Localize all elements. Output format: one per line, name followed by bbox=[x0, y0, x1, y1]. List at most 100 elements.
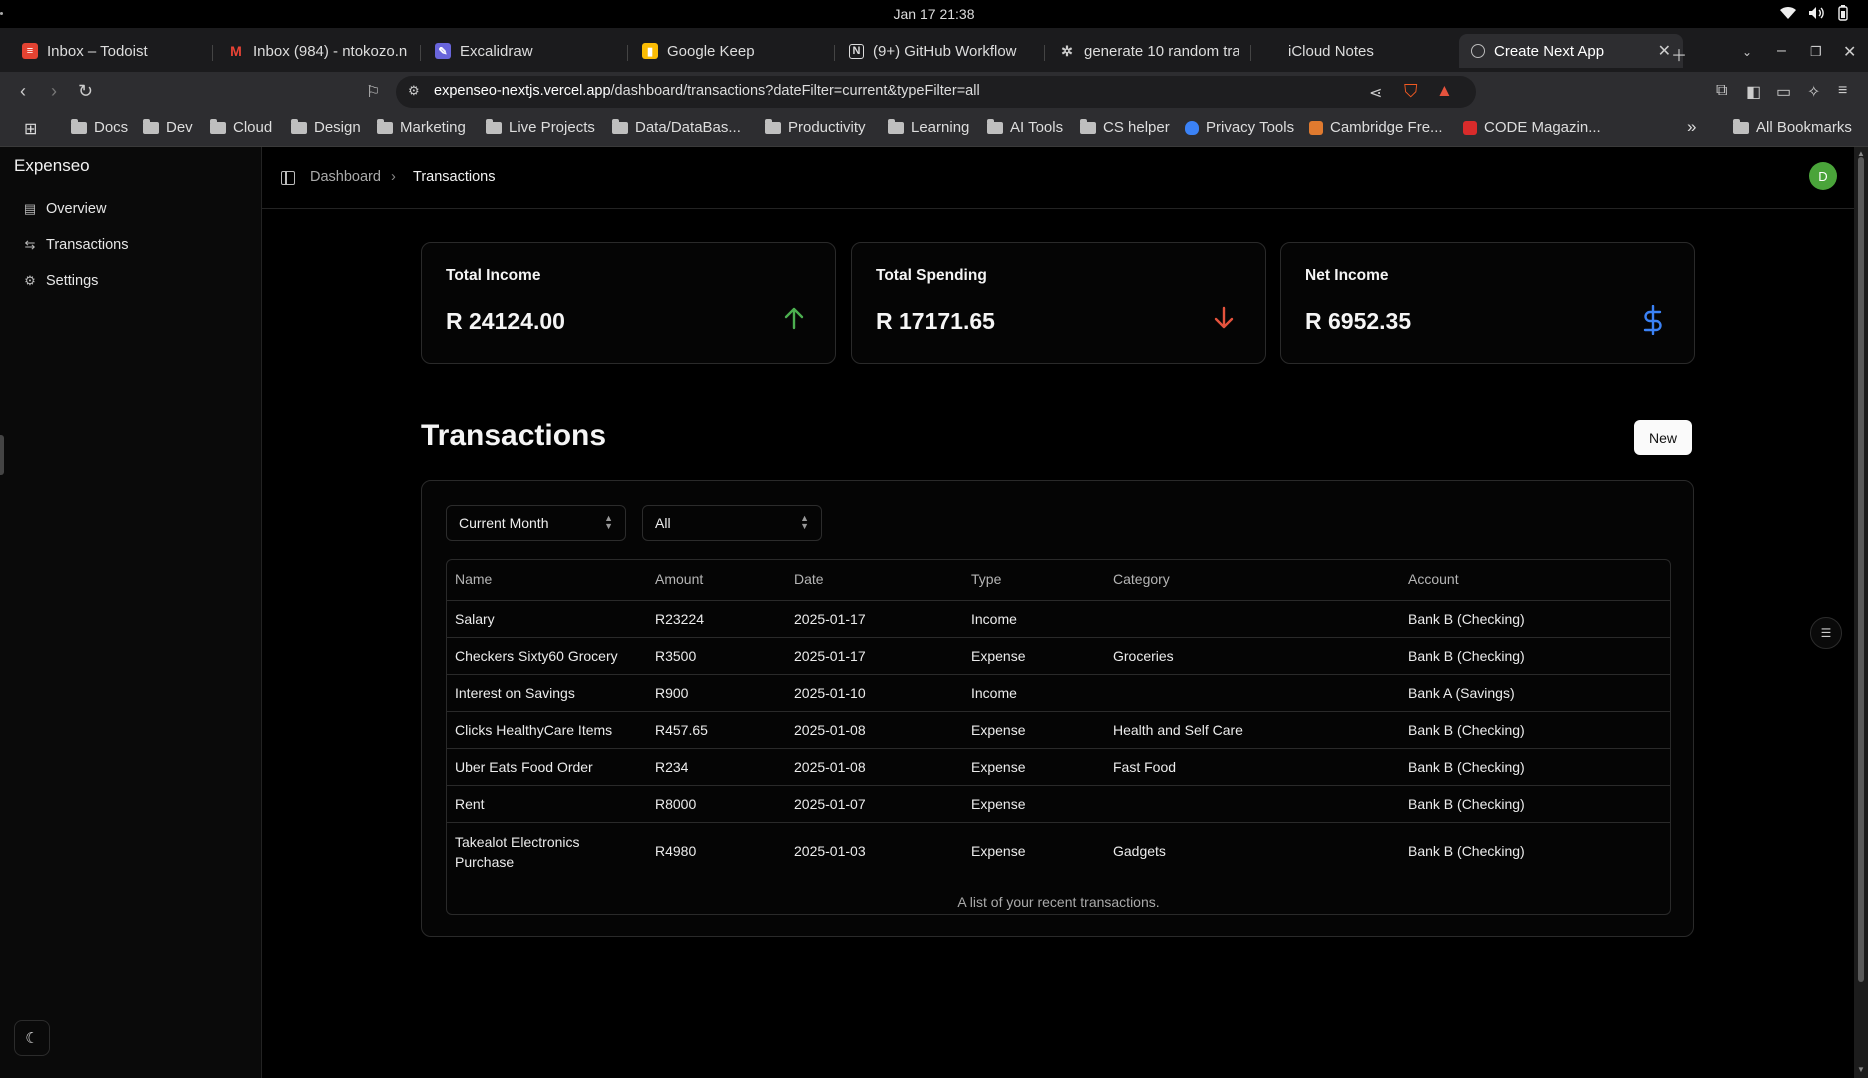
os-status-icons[interactable] bbox=[1780, 5, 1850, 21]
all-bookmarks-folder[interactable]: All Bookmarks bbox=[1733, 118, 1852, 136]
bookmark-folder[interactable]: Live Projects bbox=[486, 118, 595, 136]
cell-account: Bank B (Checking) bbox=[1408, 843, 1525, 859]
close-window-icon[interactable]: ✕ bbox=[1843, 42, 1856, 62]
bookmark-label: Docs bbox=[94, 119, 129, 136]
dollar-icon bbox=[1643, 305, 1662, 335]
net-income-card: Net Income R 6952.35 bbox=[1280, 242, 1695, 364]
column-header-date[interactable]: Date bbox=[794, 571, 824, 587]
cell-date: 2025-01-17 bbox=[794, 611, 866, 627]
sliders-icon: ☰ bbox=[1820, 626, 1832, 640]
floating-settings-button[interactable]: ☰ bbox=[1810, 617, 1842, 649]
table-row[interactable]: Checkers Sixty60 Grocery R3500 2025-01-1… bbox=[447, 637, 1670, 674]
os-clock[interactable]: Jan 17 21:38 bbox=[0, 6, 1868, 22]
cell-amount: R457.65 bbox=[655, 722, 708, 738]
page-scrollbar[interactable]: ▲ ▼ bbox=[1854, 147, 1868, 1078]
cell-name: Clicks HealthyCare Items bbox=[455, 722, 613, 738]
bookmark-code-magazine[interactable]: CODE Magazin... bbox=[1463, 119, 1601, 136]
cell-date: 2025-01-03 bbox=[794, 843, 866, 859]
tab-create-next-app[interactable]: Create Next App ✕ bbox=[1459, 34, 1683, 68]
sidebar-item-settings[interactable]: ⚙ Settings bbox=[22, 273, 98, 289]
cell-name: Takealot Electronics Purchase bbox=[455, 834, 580, 870]
bookmark-folder[interactable]: Cloud bbox=[210, 118, 272, 136]
forward-icon[interactable]: › bbox=[51, 81, 57, 102]
bookmark-folder[interactable]: Docs bbox=[71, 118, 129, 136]
cell-type: Expense bbox=[971, 648, 1026, 664]
bookmark-folder[interactable]: CS helper bbox=[1080, 118, 1170, 136]
bookmark-icon[interactable]: ⚐ bbox=[366, 82, 380, 102]
minimize-icon[interactable]: – bbox=[1777, 42, 1786, 60]
table-row[interactable]: Salary R23224 2025-01-17 Income Bank B (… bbox=[447, 600, 1670, 637]
leo-ai-icon[interactable]: ✧ bbox=[1807, 82, 1820, 102]
sidebar-panel-icon[interactable] bbox=[281, 171, 295, 185]
new-tab-icon[interactable]: ＋ bbox=[1671, 42, 1687, 66]
brave-shield-icon[interactable]: ⛉ bbox=[1404, 81, 1418, 102]
tab-gmail[interactable]: M Inbox (984) - ntokozo.n bbox=[228, 34, 410, 68]
bookmark-folder[interactable]: Design bbox=[291, 118, 361, 136]
breadcrumb-dashboard[interactable]: Dashboard bbox=[310, 169, 381, 185]
tab-google-keep[interactable]: ▮ Google Keep bbox=[642, 34, 822, 68]
cell-category: Fast Food bbox=[1113, 759, 1177, 775]
apps-grid-icon[interactable]: ⊞ bbox=[24, 119, 37, 139]
column-header-amount[interactable]: Amount bbox=[655, 571, 703, 587]
tab-todoist[interactable]: ≡ Inbox – Todoist bbox=[22, 34, 200, 68]
wallet-icon[interactable]: ▭ bbox=[1776, 82, 1791, 102]
bookmark-folder[interactable]: Data/DataBas... bbox=[612, 118, 741, 136]
tab-chatgpt[interactable]: ✲ generate 10 random tra bbox=[1059, 34, 1239, 68]
card-value: R 6952.35 bbox=[1305, 308, 1412, 334]
sidebar-toggle-icon[interactable]: ◧ bbox=[1746, 82, 1761, 102]
close-tab-icon[interactable]: ✕ bbox=[1658, 41, 1671, 61]
tab-search-chevron-icon[interactable]: ⌄ bbox=[1742, 45, 1752, 59]
sidebar-item-overview[interactable]: ▤ Overview bbox=[22, 201, 107, 217]
scroll-down-icon[interactable]: ▼ bbox=[1857, 1065, 1865, 1074]
scroll-thumb[interactable] bbox=[1858, 157, 1864, 982]
settings-icon: ⚙ bbox=[24, 273, 36, 288]
back-icon[interactable]: ‹ bbox=[20, 81, 26, 102]
folder-icon bbox=[210, 118, 226, 134]
bookmark-label: Data/DataBas... bbox=[635, 119, 741, 136]
table-row[interactable]: Rent R8000 2025-01-07 Expense Bank B (Ch… bbox=[447, 785, 1670, 822]
tab-excalidraw[interactable]: ✎ Excalidraw bbox=[435, 34, 615, 68]
sidebar-item-transactions[interactable]: ⇆ Transactions bbox=[22, 237, 129, 253]
cell-account: Bank B (Checking) bbox=[1408, 722, 1525, 738]
extensions-icon[interactable]: ⧉ bbox=[1716, 82, 1727, 100]
theme-toggle-button[interactable]: ☾ bbox=[14, 1020, 50, 1056]
table-row[interactable]: Interest on Savings R900 2025-01-10 Inco… bbox=[447, 674, 1670, 711]
cell-date: 2025-01-10 bbox=[794, 685, 866, 701]
cell-type: Expense bbox=[971, 843, 1026, 859]
column-header-category[interactable]: Category bbox=[1113, 571, 1170, 587]
share-icon[interactable]: ⋖ bbox=[1369, 83, 1382, 103]
new-transaction-button[interactable]: New bbox=[1634, 420, 1692, 455]
bookmark-folder[interactable]: Productivity bbox=[765, 118, 866, 136]
card-title: Total Income bbox=[446, 267, 541, 284]
reload-icon[interactable]: ↻ bbox=[78, 81, 93, 102]
folder-icon bbox=[143, 118, 159, 134]
type-filter-select[interactable]: All ▲ ▼ bbox=[642, 505, 822, 541]
bookmark-folder[interactable]: Dev bbox=[143, 118, 193, 136]
brave-rewards-icon[interactable]: ▲ bbox=[1436, 81, 1453, 101]
column-header-account[interactable]: Account bbox=[1408, 571, 1459, 587]
date-filter-select[interactable]: Current Month ▲ ▼ bbox=[446, 505, 626, 541]
bookmark-folder[interactable]: Marketing bbox=[377, 118, 466, 136]
bookmark-folder[interactable]: AI Tools bbox=[987, 118, 1063, 136]
bookmark-cambridge[interactable]: Cambridge Fre... bbox=[1309, 119, 1443, 136]
table-row[interactable]: Takealot Electronics Purchase R4980 2025… bbox=[447, 822, 1670, 879]
tab-icloud-notes[interactable]: iCloud Notes bbox=[1263, 34, 1448, 68]
site-settings-icon[interactable]: ⚙ bbox=[408, 83, 420, 99]
bookmark-folder[interactable]: Learning bbox=[888, 118, 969, 136]
bookmarks-overflow-icon[interactable]: » bbox=[1687, 117, 1696, 137]
address-bar[interactable]: ⚙ expenseo-nextjs.vercel.app/dashboard/t… bbox=[396, 76, 1476, 108]
tab-github-workflow[interactable]: N (9+) GitHub Workflow bbox=[849, 34, 1034, 68]
cell-type: Expense bbox=[971, 796, 1026, 812]
menu-icon[interactable]: ≡ bbox=[1838, 82, 1847, 100]
column-header-type[interactable]: Type bbox=[971, 571, 1001, 587]
avatar[interactable]: D bbox=[1809, 162, 1837, 190]
sidebar-resize-handle[interactable] bbox=[0, 435, 4, 475]
table-row[interactable]: Clicks HealthyCare Items R457.65 2025-01… bbox=[447, 711, 1670, 748]
app-brand[interactable]: Expenseo bbox=[14, 156, 90, 176]
sidebar-item-label: Transactions bbox=[46, 237, 129, 253]
table-row[interactable]: Uber Eats Food Order R234 2025-01-08 Exp… bbox=[447, 748, 1670, 785]
column-header-name[interactable]: Name bbox=[455, 571, 492, 587]
maximize-icon[interactable]: ❐ bbox=[1810, 44, 1822, 60]
bookmark-privacy-tools[interactable]: Privacy Tools bbox=[1185, 119, 1294, 136]
cell-amount: R23224 bbox=[655, 611, 705, 627]
